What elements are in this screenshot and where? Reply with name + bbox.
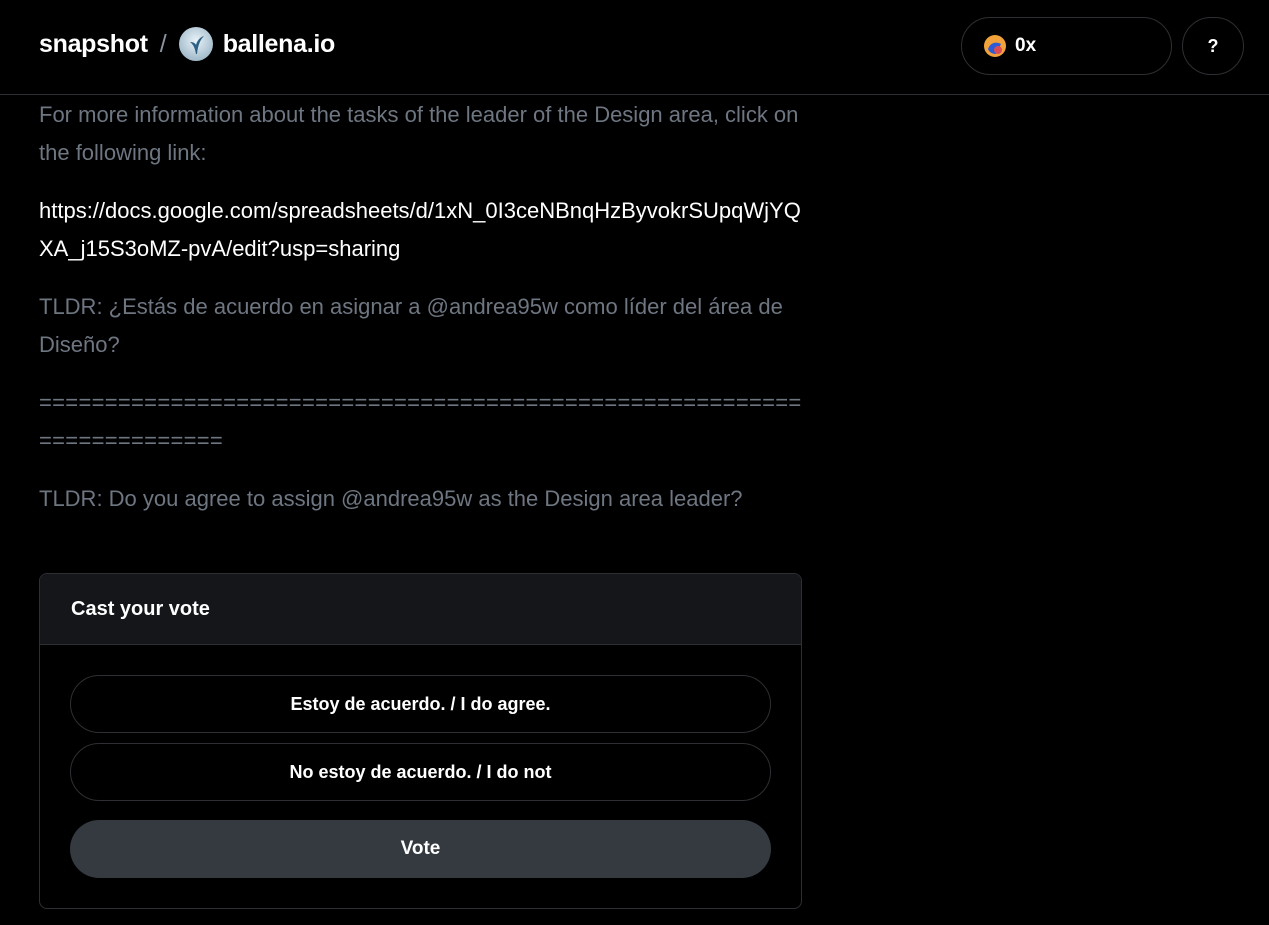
vote-card-title: Cast your vote: [71, 597, 210, 620]
choice-agree-button[interactable]: Estoy de acuerdo. / I do agree.: [70, 675, 771, 733]
tldr-english: TLDR: Do you agree to assign @andrea95w …: [39, 486, 743, 511]
breadcrumb: snapshot / ballena.io: [39, 26, 335, 62]
breadcrumb-separator: /: [159, 29, 167, 58]
top-navbar: snapshot / ballena.io 0x ?: [0, 0, 1269, 95]
whale-tail-icon[interactable]: [178, 27, 213, 61]
design-tasks-link[interactable]: https://docs.google.com/spreadsheets/d/1…: [39, 192, 804, 268]
vote-card-header: Cast your vote: [40, 574, 801, 645]
tldr-spanish: TLDR: ¿Estás de acuerdo en asignar a @an…: [39, 294, 783, 357]
choice-disagree-button[interactable]: No estoy de acuerdo. / I do not: [70, 743, 771, 801]
account-button[interactable]: 0x: [961, 17, 1172, 75]
section-divider: ========================================…: [39, 390, 802, 453]
wallet-avatar-icon: [984, 35, 1006, 57]
space-name-link[interactable]: ballena.io: [223, 30, 336, 59]
cast-vote-card: Cast your vote Estoy de acuerdo. / I do …: [39, 573, 802, 909]
account-address: 0x: [1015, 35, 1037, 56]
vote-submit-button[interactable]: Vote: [70, 820, 771, 878]
snapshot-logo-link[interactable]: snapshot: [39, 30, 148, 59]
info-paragraph: For more information about the tasks of …: [39, 102, 799, 165]
help-button[interactable]: ?: [1182, 17, 1244, 75]
